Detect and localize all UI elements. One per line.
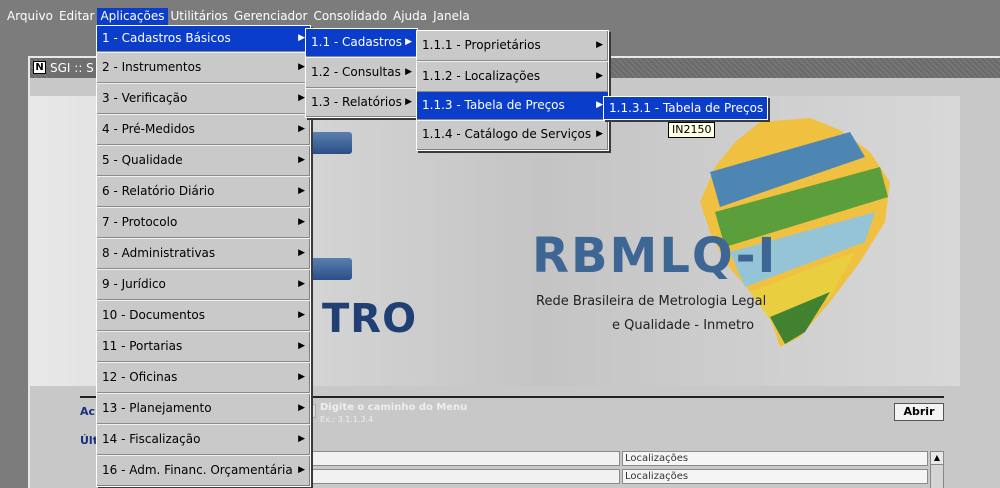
menu-item-label: 1.2 - Consultas [311, 65, 401, 79]
menu-item-fiscalizacao[interactable]: 14 - Fiscalização ▶ [97, 424, 310, 455]
menu-utilitarios[interactable]: Utilitários [168, 8, 231, 25]
menu-item-verificacao[interactable]: 3 - Verificação ▶ [97, 83, 310, 114]
menu-item-catalogo-servicos[interactable]: 1.1.4 - Catálogo de Serviços ▶ [417, 120, 608, 150]
menu-item-label: 6 - Relatório Diário [102, 184, 215, 198]
logo-blue-bar-bottom [310, 258, 352, 280]
menu-item-planejamento[interactable]: 13 - Planejamento ▶ [97, 393, 310, 424]
menu-item-tabela-precos[interactable]: 1.1.3 - Tabela de Preços ▶ [417, 92, 608, 120]
submenu-arrow-icon: ▶ [298, 186, 305, 196]
menu-item-label: 11 - Portarias [102, 339, 183, 353]
cadastros-basicos-menu: 1.1 - Cadastros ▶ 1.2 - Consultas ▶ 1.3 - … [305, 28, 418, 118]
access-label: Ac [80, 405, 96, 418]
menu-item-protocolo[interactable]: 7 - Protocolo ▶ [97, 207, 310, 238]
menu-item-label: 4 - Pré-Medidos [102, 122, 195, 136]
submenu-arrow-icon: ▶ [298, 33, 305, 43]
menu-item-label: 1 - Cadastros Básicos [102, 31, 231, 45]
submenu-arrow-icon: ▶ [298, 403, 305, 413]
recent-field-2[interactable] [312, 469, 620, 484]
app-icon[interactable]: N [33, 61, 46, 74]
menu-item-adm-financ[interactable]: 16 - Adm. Financ. Orçamentária ▶ [97, 455, 310, 486]
submenu-arrow-icon: ▶ [596, 40, 603, 50]
window-title: SGI :: S [50, 58, 98, 78]
submenu-arrow-icon: ▶ [298, 93, 305, 103]
submenu-arrow-icon: ▶ [298, 248, 305, 258]
menu-item-qualidade[interactable]: 5 - Qualidade ▶ [97, 145, 310, 176]
menu-gerenciador[interactable]: Gerenciador [231, 8, 311, 25]
menu-item-label: 2 - Instrumentos [102, 60, 202, 74]
tabela-precos-menu: 1.1.3.1 - Tabela de Preços [603, 96, 768, 120]
menu-item-label: 16 - Adm. Financ. Orçamentária [102, 463, 293, 477]
menu-item-label: 1.3 - Relatórios [311, 95, 402, 109]
menu-item-relatorio-diario[interactable]: 6 - Relatório Diário ▶ [97, 176, 310, 207]
menu-item-localizacoes[interactable]: 1.1.2 - Localizações ▶ [417, 61, 608, 92]
menu-item-label: 1.1.3 - Tabela de Preços [422, 98, 565, 112]
rbmlq-logo-text: RBMLQ-I [532, 228, 778, 284]
menu-item-consultas[interactable]: 1.2 - Consultas ▶ [306, 57, 417, 88]
menu-item-label: 1.1.4 - Catálogo de Serviços [422, 127, 592, 141]
menu-item-label: 1.1.3.1 - Tabela de Preços [609, 101, 764, 115]
menu-item-label: 1.1.2 - Localizações [422, 69, 541, 83]
menu-item-label: 8 - Administrativas [102, 246, 216, 260]
menu-item-portarias[interactable]: 11 - Portarias ▶ [97, 331, 310, 362]
scrollbar-track[interactable] [930, 465, 944, 488]
submenu-arrow-icon: ▶ [298, 62, 305, 72]
menu-item-label: 13 - Planejamento [102, 401, 212, 415]
submenu-arrow-icon: ▶ [596, 129, 603, 139]
submenu-arrow-icon: ▶ [596, 71, 603, 81]
recent-row-1[interactable]: Localizações [622, 451, 928, 466]
rbmlq-subtitle-2: e Qualidade - Inmetro [612, 318, 755, 333]
logo-blue-bar-top [310, 132, 352, 154]
submenu-arrow-icon: ▶ [298, 310, 305, 320]
menu-item-label: 9 - Jurídico [102, 277, 166, 291]
submenu-arrow-icon: ▶ [298, 279, 305, 289]
submenu-arrow-icon: ▶ [298, 465, 305, 475]
inmetro-logo-text: TRO [322, 296, 418, 342]
menu-item-label: 12 - Oficinas [102, 370, 178, 384]
menu-consolidado[interactable]: Consolidado [310, 8, 390, 25]
rbmlq-subtitle-1: Rede Brasileira de Metrologia Legal [536, 294, 767, 309]
menu-editar[interactable]: Editar [56, 8, 98, 25]
submenu-arrow-icon: ▶ [298, 372, 305, 382]
menu-item-label: 5 - Qualidade [102, 153, 183, 167]
menu-ajuda[interactable]: Ajuda [390, 8, 430, 25]
scroll-up-arrow-icon[interactable]: ▲ [930, 451, 944, 465]
submenu-arrow-icon: ▶ [298, 217, 305, 227]
path-hint: Digite o caminho do Menu [320, 402, 468, 413]
submenu-arrow-icon: ▶ [405, 37, 412, 47]
submenu-arrow-icon: ▶ [298, 155, 305, 165]
submenu-arrow-icon: ▶ [298, 341, 305, 351]
menu-item-label: 10 - Documentos [102, 308, 205, 322]
submenu-arrow-icon: ▶ [596, 100, 603, 110]
menu-item-label: 1.1 - Cadastros [311, 35, 402, 49]
recent-field-1[interactable] [312, 451, 620, 466]
menu-item-instrumentos[interactable]: 2 - Instrumentos ▶ [97, 52, 310, 83]
menu-janela[interactable]: Janela [430, 8, 473, 25]
submenu-arrow-icon: ▶ [298, 124, 305, 134]
menu-item-proprietarios[interactable]: 1.1.1 - Proprietários ▶ [417, 31, 608, 61]
menu-aplicacoes[interactable]: Aplicações [97, 8, 168, 25]
path-example: Ex.: 3.1.1.3.4 [320, 415, 374, 424]
menu-item-label: 1.1.1 - Proprietários [422, 38, 541, 52]
recent-row-2[interactable]: Localizações [622, 469, 928, 484]
menu-item-juridico[interactable]: 9 - Jurídico ▶ [97, 269, 310, 300]
submenu-arrow-icon: ▶ [298, 434, 305, 444]
menu-item-label: 3 - Verificação [102, 91, 188, 105]
menu-item-label: 7 - Protocolo [102, 215, 178, 229]
menu-item-cadastros[interactable]: 1.1 - Cadastros ▶ [306, 29, 417, 57]
tooltip: IN2150 [668, 122, 716, 138]
menu-item-label: 14 - Fiscalização [102, 432, 201, 446]
menu-item-cadastros-basicos[interactable]: 1 - Cadastros Básicos ▶ [97, 26, 310, 52]
menu-item-pre-medidos[interactable]: 4 - Pré-Medidos ▶ [97, 114, 310, 145]
open-button[interactable]: Abrir [894, 403, 944, 421]
menu-item-documentos[interactable]: 10 - Documentos ▶ [97, 300, 310, 331]
menu-item-tabela-precos-leaf[interactable]: 1.1.3.1 - Tabela de Preços [604, 97, 767, 119]
menu-item-relatorios[interactable]: 1.3 - Relatórios ▶ [306, 88, 417, 117]
menu-item-administrativas[interactable]: 8 - Administrativas ▶ [97, 238, 310, 269]
submenu-arrow-icon: ▶ [405, 67, 412, 77]
aplicacoes-menu: 1 - Cadastros Básicos ▶ 2 - Instrumentos ▶… [96, 25, 311, 487]
submenu-arrow-icon: ▶ [405, 97, 412, 107]
cadastros-menu: 1.1.1 - Proprietários ▶ 1.1.2 - Localizaç… [416, 30, 609, 151]
menu-arquivo[interactable]: Arquivo [4, 8, 56, 25]
menu-item-oficinas[interactable]: 12 - Oficinas ▶ [97, 362, 310, 393]
